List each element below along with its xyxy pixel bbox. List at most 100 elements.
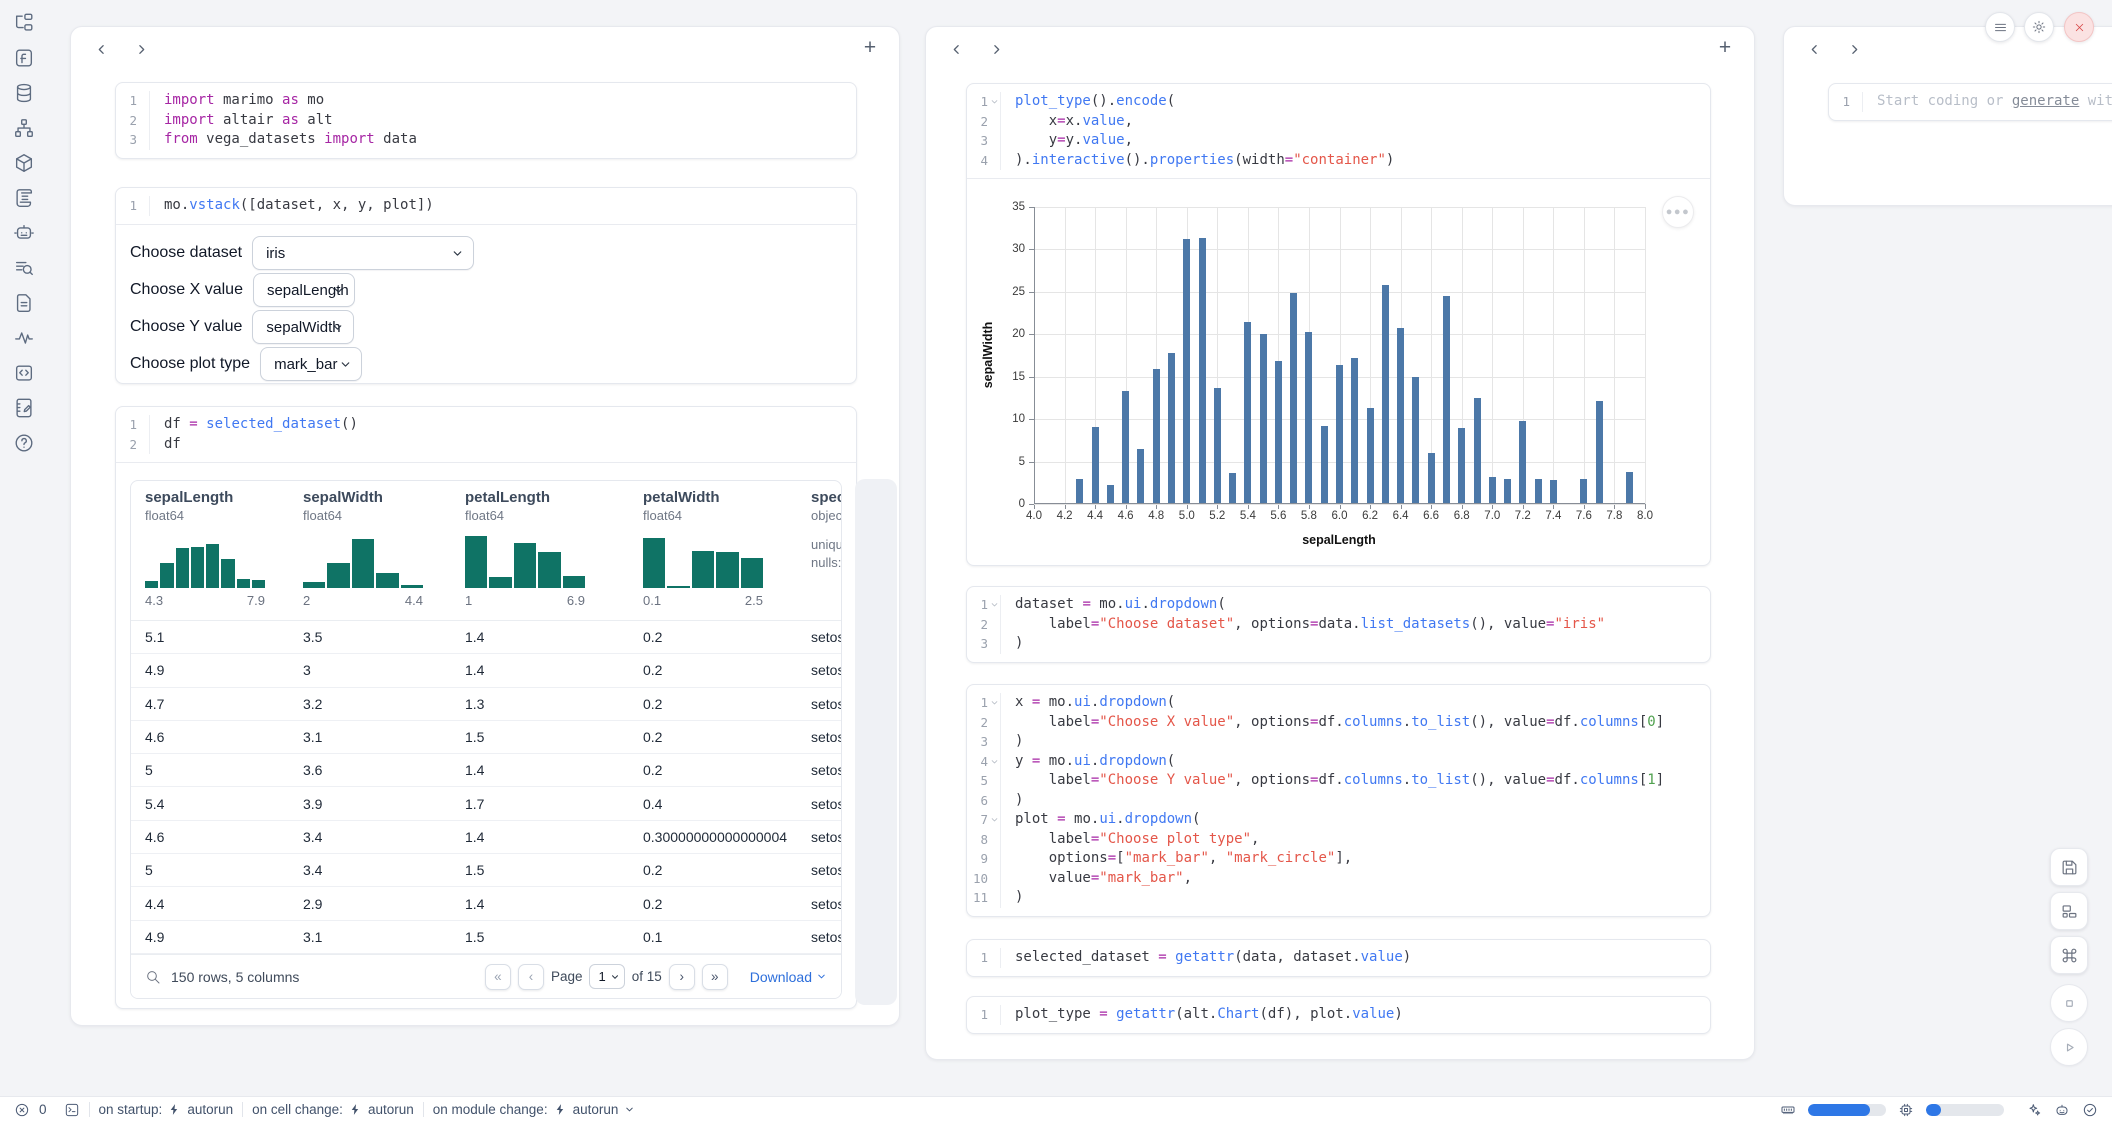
code-line[interactable]: 4y = mo.ui.dropdown( xyxy=(967,752,1710,772)
command-button[interactable] xyxy=(2050,936,2088,974)
chart-bar[interactable] xyxy=(1489,477,1496,504)
vstack-cell[interactable]: 1mo.vstack([dataset, x, y, plot]) Choose… xyxy=(115,187,857,384)
choose-dataset-select[interactable]: iris xyxy=(252,236,474,270)
empty-code-cell[interactable]: 1 Start coding or generate with AI xyxy=(1828,83,2112,121)
code-line[interactable]: 3) xyxy=(967,732,1710,752)
code-line[interactable]: 4).interactive().properties(width="conta… xyxy=(967,151,1710,171)
assistant-icon[interactable] xyxy=(2054,1102,2070,1118)
chart-bar[interactable] xyxy=(1229,473,1236,504)
column-name[interactable]: petalWidth xyxy=(643,489,811,506)
fold-icon[interactable] xyxy=(990,600,999,609)
chart-bar[interactable] xyxy=(1168,353,1175,504)
table-row[interactable]: 4.73.21.30.2setosa xyxy=(131,688,841,721)
chart-bar[interactable] xyxy=(1412,377,1419,504)
code-line[interactable]: 1dataset = mo.ui.dropdown( xyxy=(967,595,1710,615)
chart-bar[interactable] xyxy=(1626,472,1633,504)
code-line[interactable]: 10 value="mark_bar", xyxy=(967,869,1710,889)
packages-icon[interactable] xyxy=(13,152,35,174)
chevron-left-icon[interactable] xyxy=(89,37,113,61)
chart-bar[interactable] xyxy=(1153,369,1160,504)
page-select[interactable]: 1 xyxy=(589,964,624,989)
chart-bar[interactable] xyxy=(1137,449,1144,504)
on-startup-setting[interactable]: on startup: autorun xyxy=(99,1102,234,1117)
chart-bar[interactable] xyxy=(1428,453,1435,504)
first-page-button[interactable]: « xyxy=(485,964,511,990)
chart-bar[interactable] xyxy=(1367,408,1374,504)
code-line[interactable]: 3from vega_datasets import data xyxy=(116,130,856,150)
imports-cell[interactable]: 1import marimo as mo2import altair as al… xyxy=(115,82,857,159)
xy-plot-dropdown-cell[interactable]: 1x = mo.ui.dropdown(2 label="Choose X va… xyxy=(966,684,1711,917)
chart-bar[interactable] xyxy=(1504,479,1511,505)
code-line[interactable]: 1mo.vstack([dataset, x, y, plot]) xyxy=(116,196,856,216)
chart-bar[interactable] xyxy=(1076,479,1083,505)
chart-bar[interactable] xyxy=(1397,328,1404,505)
chart-bar[interactable] xyxy=(1321,426,1328,504)
code-line[interactable]: 3) xyxy=(967,634,1710,654)
on-cell-change-setting[interactable]: on cell change: autorun xyxy=(252,1102,414,1117)
choose-y-value-select[interactable]: sepalWidth xyxy=(252,310,354,344)
chevron-left-icon[interactable] xyxy=(1802,37,1826,61)
chart-bar[interactable] xyxy=(1382,285,1389,504)
check-circle-icon[interactable] xyxy=(2082,1102,2098,1118)
code-line[interactable]: 6) xyxy=(967,791,1710,811)
code-line[interactable]: 3 y=y.value, xyxy=(967,131,1710,151)
stop-button[interactable] xyxy=(2050,984,2088,1022)
fold-icon[interactable] xyxy=(990,815,999,824)
code-line[interactable]: 1selected_dataset = getattr(data, datase… xyxy=(967,948,1710,968)
table-row[interactable]: 5.13.51.40.2setosa xyxy=(131,621,841,654)
fold-icon[interactable] xyxy=(990,757,999,766)
table-row[interactable]: 4.93.11.50.1setosa xyxy=(131,921,841,954)
chart-bar[interactable] xyxy=(1305,332,1312,504)
table-row[interactable]: 4.931.40.2setosa xyxy=(131,654,841,687)
chart-bar[interactable] xyxy=(1290,293,1297,504)
file-explorer-icon[interactable] xyxy=(13,12,35,34)
cpu-icon[interactable] xyxy=(1898,1102,1914,1118)
column-name[interactable]: petalLength xyxy=(465,489,643,506)
sparkles-icon[interactable] xyxy=(2026,1102,2042,1118)
run-button[interactable] xyxy=(2050,1028,2088,1066)
chevron-right-icon[interactable] xyxy=(1842,37,1866,61)
code-line[interactable]: 2 label="Choose X value", options=df.col… xyxy=(967,713,1710,733)
code-line[interactable]: 9 options=["mark_bar", "mark_circle"], xyxy=(967,849,1710,869)
help-icon[interactable] xyxy=(13,432,35,454)
layout-button[interactable] xyxy=(2050,892,2088,930)
choose-x-value-select[interactable]: sepalLength xyxy=(253,273,355,307)
chart-bar[interactable] xyxy=(1336,365,1343,504)
prev-page-button[interactable]: ‹ xyxy=(518,964,544,990)
generate-link[interactable]: generate xyxy=(2012,93,2079,109)
menu-button[interactable] xyxy=(1985,12,2015,42)
add-cell-button[interactable]: + xyxy=(857,35,883,61)
code-line[interactable]: 2 label="Choose dataset", options=data.l… xyxy=(967,615,1710,635)
search-icon[interactable] xyxy=(145,969,161,985)
chart-bar[interactable] xyxy=(1107,485,1114,505)
add-cell-button[interactable]: + xyxy=(1712,35,1738,61)
selected-dataset-cell[interactable]: 1selected_dataset = getattr(data, datase… xyxy=(966,939,1711,977)
chart-bar[interactable] xyxy=(1519,421,1526,504)
table-row[interactable]: 4.63.41.40.30000000000000004setosa xyxy=(131,821,841,854)
code-line[interactable]: 2 x=x.value, xyxy=(967,112,1710,132)
chevron-right-icon[interactable] xyxy=(129,37,153,61)
chart-bar[interactable] xyxy=(1183,239,1190,504)
code-line[interactable]: 1plot_type().encode( xyxy=(967,92,1710,112)
chart-bar[interactable] xyxy=(1244,322,1251,504)
chart-bar[interactable] xyxy=(1443,296,1450,504)
fold-icon[interactable] xyxy=(990,698,999,707)
code-line[interactable]: 11) xyxy=(967,888,1710,908)
documentation-icon[interactable] xyxy=(13,292,35,314)
table-row[interactable]: 53.41.50.2setosa xyxy=(131,854,841,887)
chart-bar[interactable] xyxy=(1550,480,1557,504)
chart-bar[interactable] xyxy=(1275,361,1282,504)
fold-icon[interactable] xyxy=(990,97,999,106)
chart-bar[interactable] xyxy=(1458,428,1465,504)
code-line[interactable]: 5 label="Choose Y value", options=df.col… xyxy=(967,771,1710,791)
column-name[interactable]: sepalWidth xyxy=(303,489,465,506)
last-page-button[interactable]: » xyxy=(702,964,728,990)
chart-bar[interactable] xyxy=(1535,479,1542,504)
next-page-button[interactable]: › xyxy=(669,964,695,990)
memory-icon[interactable] xyxy=(1780,1102,1796,1118)
chart-bar[interactable] xyxy=(1596,401,1603,505)
scratchpad-icon[interactable] xyxy=(13,397,35,419)
code-line[interactable]: 8 label="Choose plot type", xyxy=(967,830,1710,850)
chart-bar[interactable] xyxy=(1122,391,1129,504)
close-button[interactable] xyxy=(2064,12,2094,42)
